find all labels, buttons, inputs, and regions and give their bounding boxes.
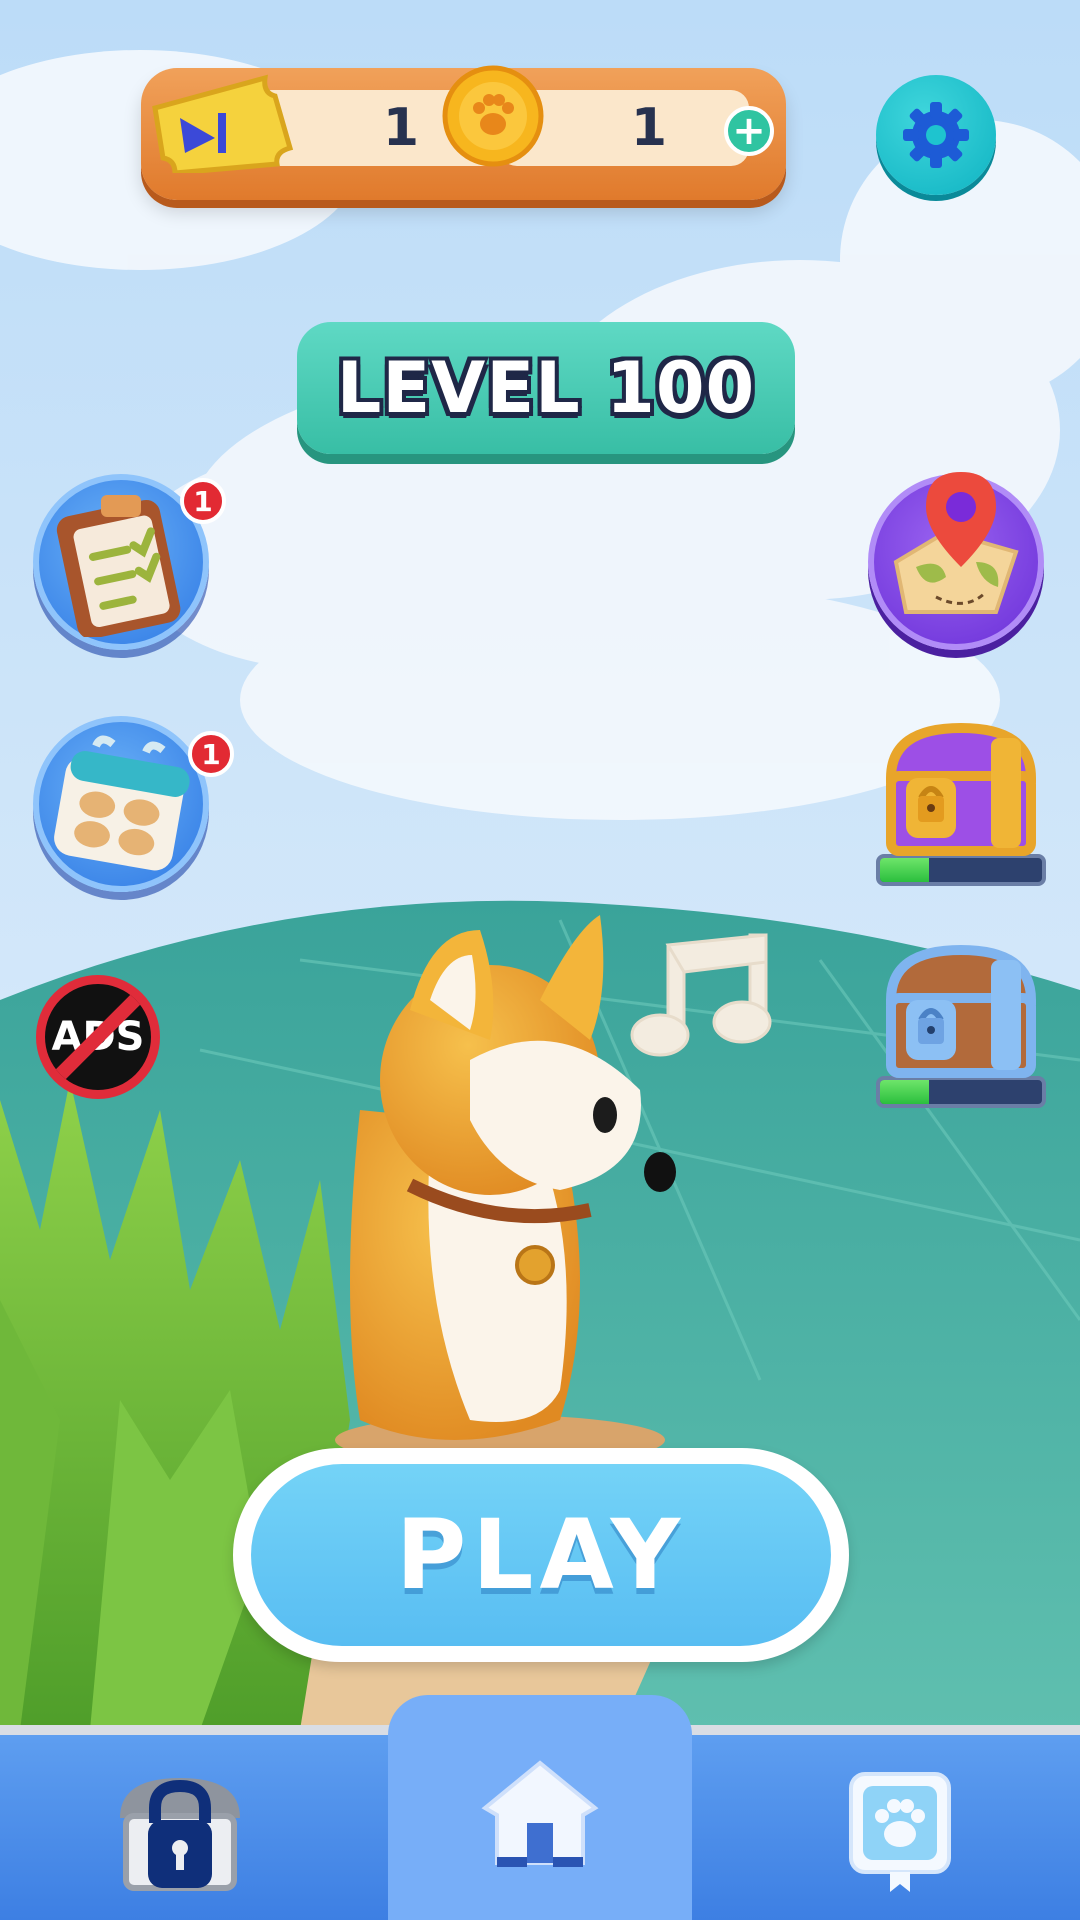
plus-icon: + (732, 108, 766, 154)
calendar-notification-badge: 1 (188, 731, 234, 777)
treasure-chest-icon (885, 722, 1037, 856)
clipboard-icon (56, 495, 181, 637)
add-currency-button[interactable]: + (724, 106, 774, 156)
currency-bar: 1 1 + (141, 65, 786, 200)
paw-coin-icon (442, 65, 544, 167)
ticket-icon (152, 74, 294, 173)
calendar-button[interactable] (33, 716, 209, 892)
level-banner: LEVEL 100 (297, 322, 795, 454)
map-pin-icon (893, 472, 1019, 614)
remove-ads-button[interactable]: ADS (36, 975, 160, 1099)
blue-chest-progress-fill (880, 1080, 929, 1104)
map-button[interactable] (868, 472, 1044, 650)
play-label: PLAY (395, 1499, 687, 1611)
treasure-chest-icon (885, 944, 1037, 1078)
coin-count: 1 (630, 98, 668, 158)
home-icon (481, 1759, 599, 1867)
purple-chest[interactable] (876, 718, 1046, 886)
nav-item-pets[interactable] (830, 1735, 970, 1920)
bottom-nav (0, 1695, 1080, 1920)
paw-icon (849, 1771, 951, 1892)
settings-button[interactable] (876, 75, 996, 195)
purple-chest-progress (876, 854, 1046, 886)
blue-chest[interactable] (876, 940, 1046, 1108)
nav-item-collection[interactable] (100, 1735, 260, 1920)
gear-icon (903, 102, 969, 168)
nav-item-home[interactable] (388, 1695, 692, 1920)
locked-chest-icon (120, 1777, 240, 1891)
blue-chest-progress (876, 1076, 1046, 1108)
play-button-face: PLAY (251, 1464, 831, 1646)
calendar-icon (54, 735, 190, 871)
ticket-count: 1 (382, 98, 420, 158)
purple-chest-progress-fill (880, 858, 929, 882)
tasks-notification-badge: 1 (180, 478, 226, 524)
play-button[interactable]: PLAY (233, 1448, 849, 1662)
level-label: LEVEL 100 (336, 347, 756, 429)
